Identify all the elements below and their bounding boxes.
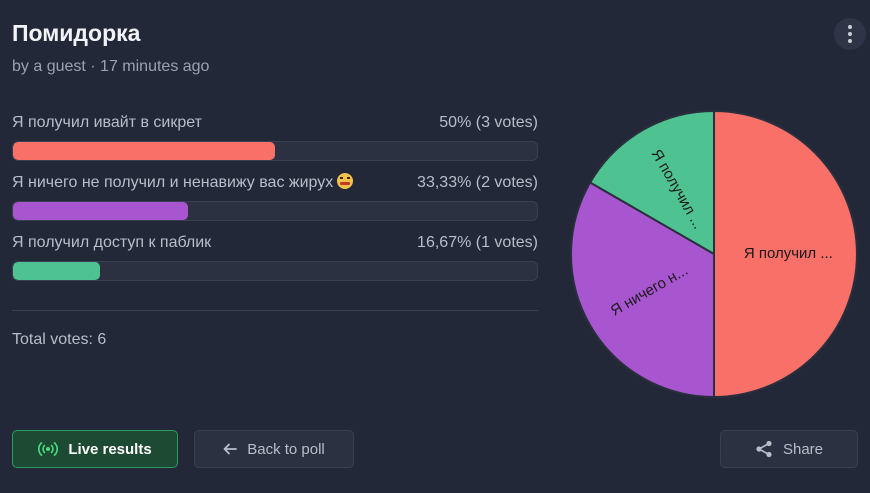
share-icon (756, 440, 772, 458)
pie-slice-label: Я получил ... (744, 245, 833, 262)
more-menu-button[interactable] (834, 18, 866, 50)
option-label: Я получил доступ к паблик (12, 234, 212, 251)
poll-title: Помидорка (12, 20, 141, 46)
option-bar (12, 261, 538, 281)
poll-byline: by a guest · 17 minutes ago (12, 58, 210, 75)
more-vertical-icon (848, 24, 852, 45)
option-bar (12, 141, 538, 161)
option-bar-fill (13, 202, 188, 220)
back-to-poll-button[interactable]: Back to poll (194, 430, 354, 468)
poll-option: Я получил доступ к паблик 16,67% (1 vote… (12, 233, 538, 281)
poll-option: Я ничего не получил и ненавижу вас жирух… (12, 173, 538, 221)
arrow-left-icon (223, 443, 238, 455)
back-to-poll-label: Back to poll (247, 440, 325, 458)
option-bar-fill (13, 262, 101, 280)
total-votes: Total votes: 6 (12, 331, 107, 348)
option-label: Я ничего не получил и ненавижу вас жирух (12, 174, 334, 191)
live-results-button[interactable]: Live results (12, 430, 178, 468)
broadcast-icon (38, 442, 59, 456)
option-label: Я получил ивайт в сикрет (12, 114, 202, 131)
poll-option: Я получил ивайт в сикрет 50% (3 votes) (12, 113, 538, 161)
share-button[interactable]: Share (720, 430, 858, 468)
live-results-label: Live results (68, 440, 152, 458)
divider (12, 310, 538, 311)
option-bar (12, 201, 538, 221)
option-result: 33,33% (2 votes) (417, 174, 538, 191)
option-result: 16,67% (1 votes) (417, 234, 538, 251)
results-pie-chart: Я получил ...Я ничего н...Я получил ... (570, 109, 858, 399)
angry-face-icon (337, 173, 354, 189)
option-bar-fill (13, 142, 275, 160)
share-label: Share (782, 440, 824, 458)
option-result: 50% (3 votes) (439, 114, 538, 131)
